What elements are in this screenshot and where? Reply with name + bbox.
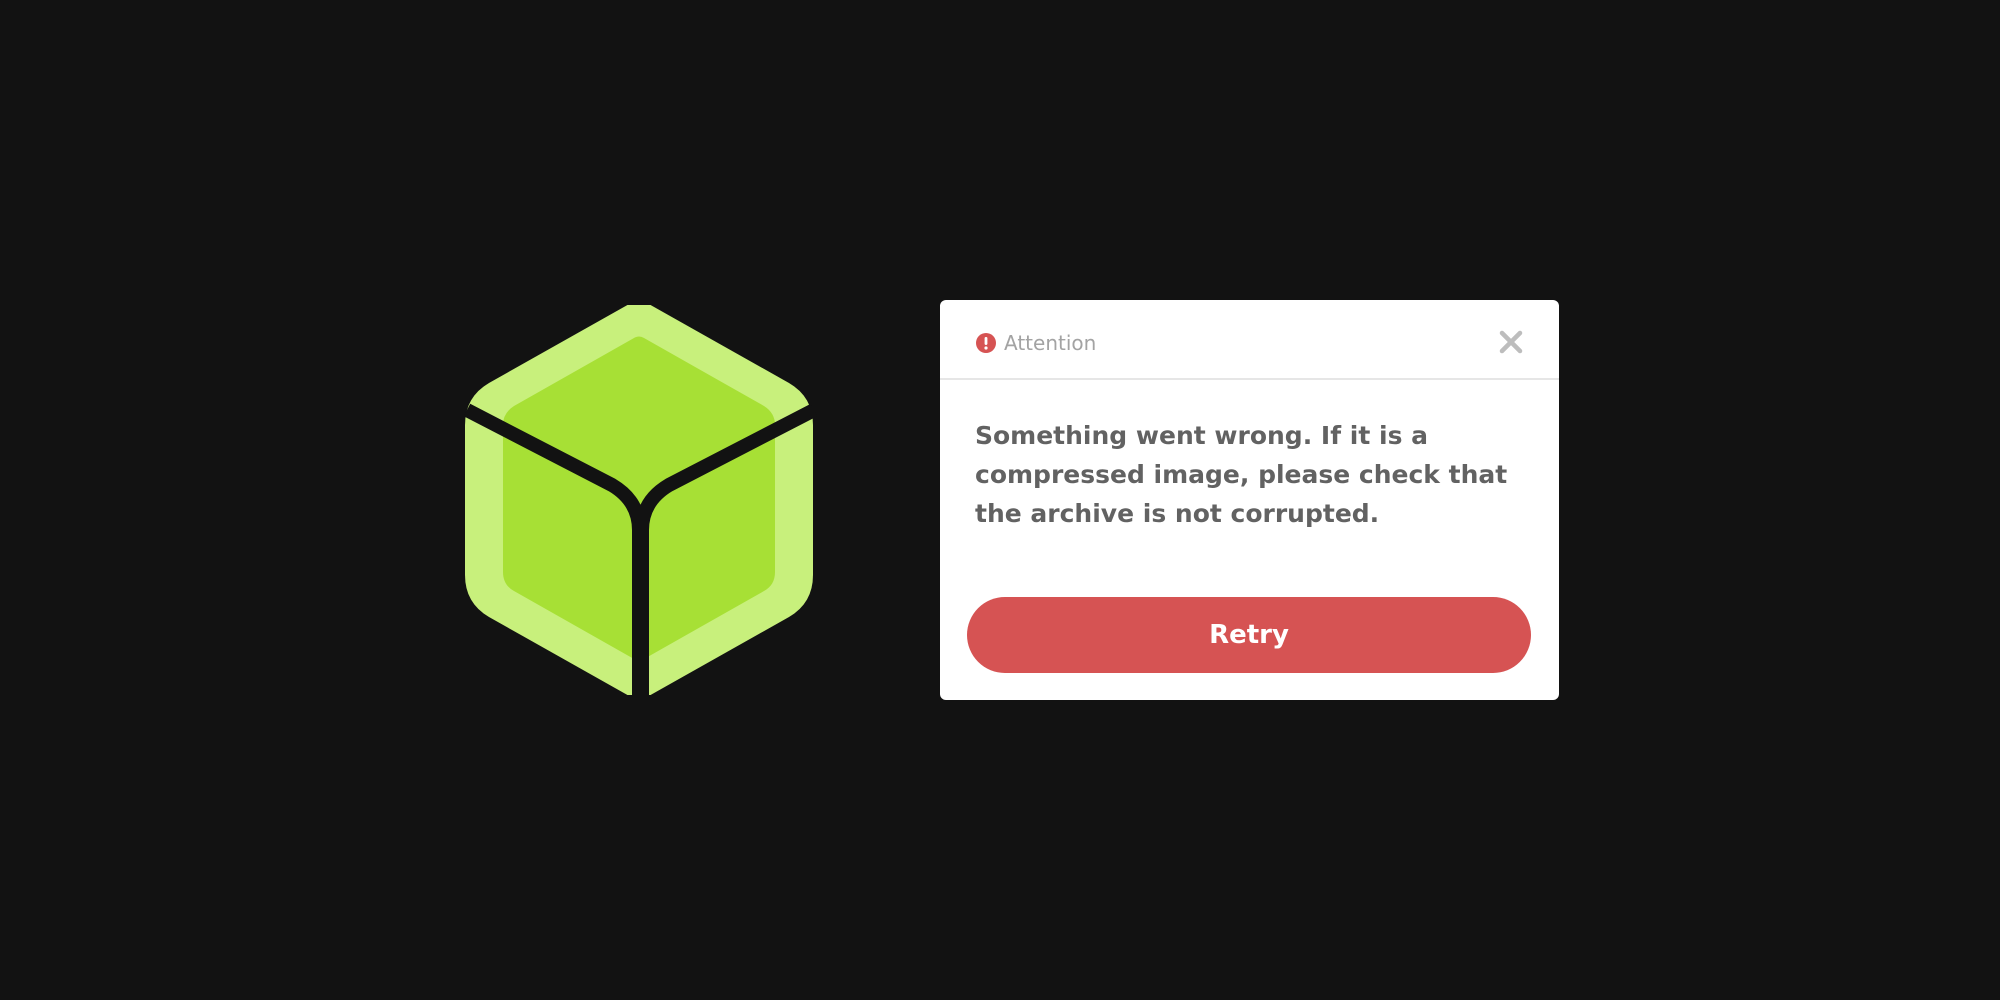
exclamation-circle-icon	[976, 333, 996, 353]
dialog-title: Attention	[1004, 331, 1097, 355]
dialog-header: Attention	[940, 300, 1559, 380]
cube-logo-icon	[463, 305, 817, 695]
close-button[interactable]	[1493, 324, 1529, 360]
app-logo	[462, 305, 817, 695]
close-icon	[1499, 330, 1523, 354]
error-message: Something went wrong. If it is a compres…	[975, 421, 1508, 528]
retry-button[interactable]: Retry	[967, 597, 1531, 673]
error-dialog: Attention Something went wrong. If it is…	[940, 300, 1559, 700]
